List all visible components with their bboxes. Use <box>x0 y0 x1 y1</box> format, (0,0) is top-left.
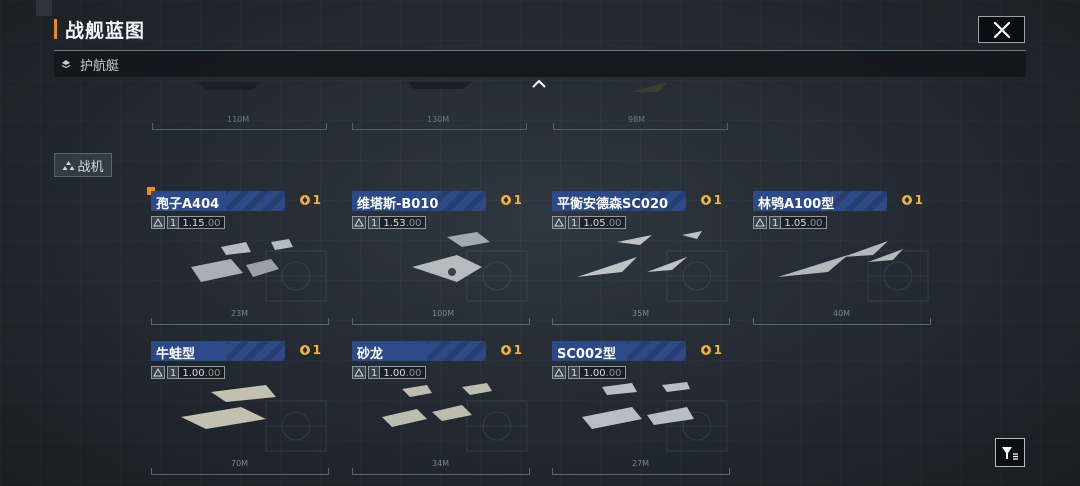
category-label: 战机 <box>77 159 104 175</box>
length-scale <box>151 468 329 475</box>
ship-card[interactable]: 维塔斯-B010 1 1 1.53.00 100M <box>352 191 530 328</box>
ship-length: 100M <box>432 309 455 318</box>
category-tag-fighters[interactable]: 战机 <box>54 153 112 177</box>
length-scale <box>753 318 931 325</box>
ship-image <box>181 385 276 429</box>
blueprint-count: 1 <box>700 343 722 357</box>
count-value: 1 <box>914 193 923 207</box>
ship-card[interactable]: 砂龙 1 1 1.00.00 34M <box>352 341 530 478</box>
name-banner: 砂龙 <box>352 341 486 362</box>
title-accent <box>54 19 57 39</box>
ship-card[interactable]: 平衡安德森SC020 1 1 1.05.00 35M <box>552 191 730 328</box>
blueprint-badge-icon <box>299 345 310 355</box>
blueprint-badge-icon <box>901 195 912 205</box>
layers-icon <box>61 60 71 69</box>
chevron-up-icon[interactable] <box>531 78 547 90</box>
length-scale <box>151 318 329 325</box>
length-scale <box>352 468 530 475</box>
name-banner: 平衡安德森SC020 <box>552 191 686 212</box>
filter-button[interactable] <box>995 438 1025 467</box>
close-button[interactable] <box>978 16 1025 43</box>
ship-image <box>778 241 903 277</box>
filter-icon <box>1002 446 1018 460</box>
ship-image <box>382 383 492 427</box>
carrier-icon <box>151 216 165 229</box>
blueprint-badge-icon <box>700 345 711 355</box>
length-scale <box>553 123 728 130</box>
ship-length: 34M <box>432 459 450 468</box>
name-banner: 维塔斯-B010 <box>352 191 486 212</box>
ship-card[interactable]: 牛蛙型 1 1 1.00.00 70M <box>151 341 329 478</box>
ship-card[interactable]: 孢子A404 1 1 1.15.00 23M <box>151 191 329 328</box>
ship-icon <box>352 216 366 229</box>
ship-name: 维塔斯-B010 <box>357 197 439 212</box>
grid-icon <box>552 366 566 379</box>
name-banner: SC002型 <box>552 341 686 362</box>
length-scale <box>152 123 327 130</box>
corner-decoration <box>36 0 52 16</box>
ship-name: SC002型 <box>557 347 617 362</box>
ship-icon <box>552 216 566 229</box>
speed-icon <box>151 366 165 379</box>
count-value: 1 <box>513 193 522 207</box>
blueprint-count: 1 <box>500 343 522 357</box>
partial-card[interactable]: 110M <box>152 80 327 132</box>
blueprint-badge-icon <box>500 345 511 355</box>
section-label: 护航艇 <box>80 58 120 74</box>
ship-length: 40M <box>833 309 851 318</box>
ship-length: 35M <box>632 309 650 318</box>
ship-card[interactable]: SC002型 1 1 1.00.00 27M <box>552 341 730 478</box>
blueprint-badge-icon <box>500 195 511 205</box>
name-banner: 孢子A404 <box>151 191 285 212</box>
close-icon <box>993 21 1010 38</box>
ship-name: 孢子A404 <box>156 197 220 212</box>
blueprint-count: 1 <box>901 193 923 207</box>
ship-image <box>412 232 490 282</box>
page-header: 战舰蓝图 <box>54 17 146 42</box>
blueprint-badge-icon <box>700 195 711 205</box>
length-scale <box>352 123 527 130</box>
blueprint-badge-icon <box>299 195 310 205</box>
ship-length: 70M <box>231 459 249 468</box>
ship-length: 27M <box>632 459 650 468</box>
speed-icon <box>753 216 767 229</box>
length-scale <box>552 318 730 325</box>
ship-name: 砂龙 <box>357 347 384 362</box>
count-value: 1 <box>713 193 722 207</box>
fighter-icon <box>62 160 75 170</box>
ship-image <box>630 82 668 92</box>
ship-length: 23M <box>231 309 249 318</box>
partial-card[interactable]: 130M <box>352 80 527 132</box>
length-scale <box>352 318 530 325</box>
count-value: 1 <box>513 343 522 357</box>
page-title: 战舰蓝图 <box>65 19 146 42</box>
ship-name: 平衡安德森SC020 <box>557 197 669 212</box>
ship-image <box>582 382 694 429</box>
count-value: 1 <box>713 343 722 357</box>
ship-name: 牛蛙型 <box>156 347 196 362</box>
name-banner: 林鸮A100型 <box>753 191 887 212</box>
ship-card[interactable]: 林鸮A100型 1 1 1.05.00 40M <box>753 191 931 328</box>
ship-name: 林鸮A100型 <box>758 197 835 212</box>
blueprint-count: 1 <box>299 343 321 357</box>
ship-image <box>407 82 472 89</box>
blueprint-count: 1 <box>299 193 321 207</box>
section-header-escort[interactable]: 护航艇 <box>54 51 1026 77</box>
ship-image <box>197 82 262 90</box>
partial-card[interactable]: 98M <box>553 80 728 132</box>
ship-image <box>577 231 702 277</box>
ship-image <box>191 239 293 282</box>
count-value: 1 <box>312 193 321 207</box>
length-scale <box>552 468 730 475</box>
blueprint-count: 1 <box>700 193 722 207</box>
blueprint-count: 1 <box>500 193 522 207</box>
count-value: 1 <box>312 343 321 357</box>
name-banner: 牛蛙型 <box>151 341 285 362</box>
speed-icon <box>352 366 366 379</box>
